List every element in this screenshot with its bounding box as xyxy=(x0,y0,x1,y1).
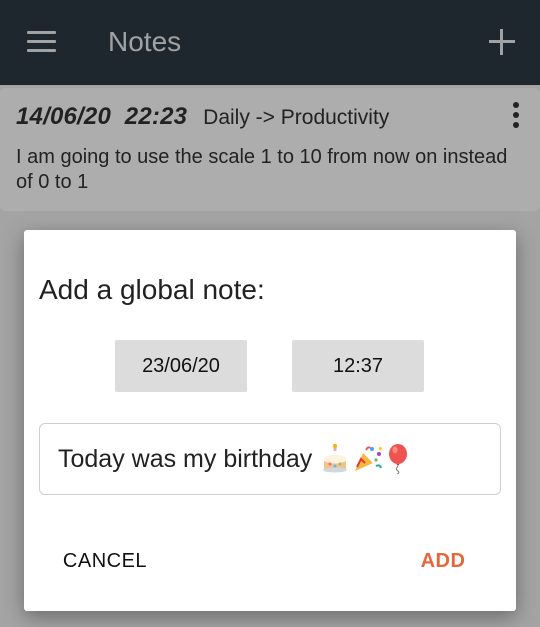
date-picker-button[interactable]: 23/06/20 xyxy=(115,340,247,392)
emoji-group xyxy=(320,444,410,474)
party-popper-icon xyxy=(355,446,383,471)
time-picker-button[interactable]: 12:37 xyxy=(292,340,424,392)
add-button[interactable]: ADD xyxy=(412,540,474,582)
balloon-icon xyxy=(389,444,408,474)
note-input-value: Today was my birthday xyxy=(58,444,313,473)
add-global-note-dialog: Add a global note: 23/06/20 12:37 Today … xyxy=(24,230,516,611)
birthday-cake-icon xyxy=(323,444,348,473)
notes-app: Notes 14/06/20 22:23 Daily -> Productivi… xyxy=(0,0,540,627)
cancel-button[interactable]: CANCEL xyxy=(54,540,156,582)
note-text-field[interactable]: Today was my birthday xyxy=(39,423,501,495)
dialog-title: Add a global note: xyxy=(39,274,265,305)
